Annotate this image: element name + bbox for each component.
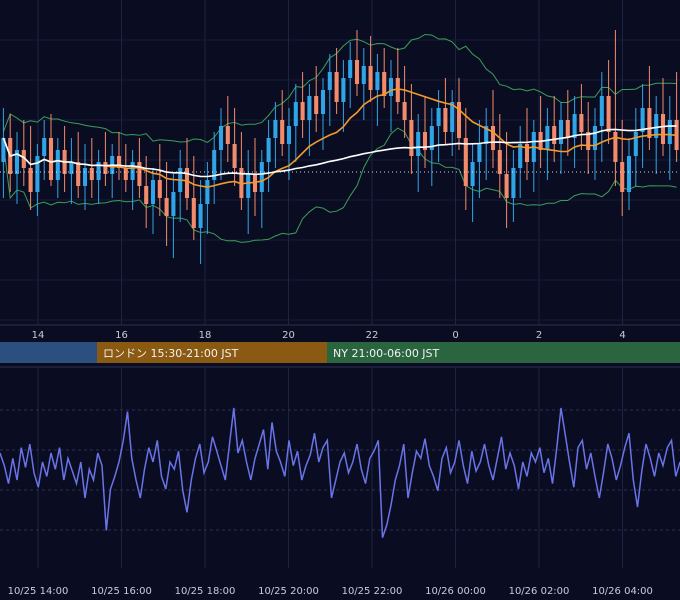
candle-body (259, 162, 264, 192)
candle-body (171, 192, 176, 216)
candle-body (599, 96, 604, 126)
price-x-tick-label: 14 (32, 330, 45, 341)
candle-body (552, 126, 557, 144)
candle-body (565, 120, 570, 138)
candle-body (144, 186, 149, 204)
candle-body (334, 72, 339, 102)
price-x-tick-label: 18 (199, 330, 212, 341)
candle-body (470, 162, 475, 186)
candle-body (157, 180, 162, 198)
candle-body (456, 102, 462, 138)
candle-body (286, 126, 292, 144)
candle-body (327, 72, 332, 90)
candle-body (76, 162, 81, 186)
candle-body (558, 120, 564, 144)
price-x-tick-label: 20 (282, 330, 295, 341)
session-label: NY 21:00-06:00 JST (333, 347, 440, 360)
time-x-tick-label: 10/26 00:00 (425, 586, 486, 597)
candle-body (647, 108, 652, 138)
price-x-tick-label: 0 (452, 330, 458, 341)
candle-body (626, 156, 632, 192)
candle-body (409, 120, 414, 156)
candle-body (82, 168, 88, 186)
candle-body (307, 96, 312, 120)
candle-body (266, 138, 271, 162)
candle-body (463, 138, 468, 186)
candle-body (402, 102, 407, 120)
candle-body (130, 162, 135, 180)
session-band (0, 342, 97, 363)
candle-body (660, 114, 666, 144)
candle-body (42, 138, 47, 156)
candle-body (232, 144, 237, 168)
candle-body (348, 60, 353, 78)
candle-body (368, 66, 373, 90)
candle-body (633, 132, 638, 156)
candle-body (354, 60, 360, 84)
candle-body (273, 120, 278, 138)
candle-body (246, 174, 251, 198)
candle-body (572, 114, 577, 138)
candle-body (518, 144, 523, 168)
candle-body (620, 162, 625, 192)
candle-body (436, 108, 441, 126)
candle-body (477, 144, 482, 162)
candle-body (497, 150, 502, 174)
candle-body (103, 162, 108, 174)
candle-body (198, 204, 203, 228)
candle-body (225, 126, 230, 144)
time-x-tick-label: 10/25 22:00 (342, 586, 403, 597)
session-label: ロンドン 15:30-21:00 JST (103, 347, 239, 360)
time-x-tick-label: 10/25 20:00 (258, 586, 319, 597)
candle-body (524, 144, 530, 162)
candle-body (511, 168, 516, 198)
candle-body (490, 126, 496, 150)
candle-body (150, 180, 156, 204)
candle-body (55, 150, 60, 180)
candle-body (137, 162, 142, 186)
candle-body (579, 114, 584, 132)
candle-body (218, 126, 224, 150)
candle-body (314, 96, 319, 114)
candle-body (375, 72, 380, 90)
candle-body (48, 138, 54, 180)
price-x-tick-label: 2 (536, 330, 542, 341)
chart-background (0, 0, 680, 600)
candle-body (416, 132, 421, 156)
candle-body (443, 108, 448, 132)
candle-body (320, 90, 326, 114)
candle-body (89, 168, 94, 180)
price-chart: 14 16 18 20 22 0 2 4 ロンドン 15:30-21:00 JST NY 21:… (0, 0, 680, 600)
candle-body (606, 96, 611, 132)
candle-body (123, 168, 128, 180)
candle-body (388, 78, 394, 96)
time-x-tick-label: 10/25 14:00 (8, 586, 69, 597)
price-x-tick-label: 22 (366, 330, 379, 341)
time-x-tick-label: 10/25 16:00 (91, 586, 152, 597)
candle-body (191, 198, 196, 228)
time-x-tick-label: 10/26 02:00 (509, 586, 570, 597)
candle-body (382, 72, 387, 96)
candle-body (280, 120, 285, 144)
candle-body (667, 120, 672, 144)
candle-body (300, 102, 305, 120)
candle-body (504, 174, 509, 198)
candle-body (545, 126, 550, 150)
price-x-tick-label: 4 (619, 330, 625, 341)
candle-body (164, 198, 169, 216)
candle-body (361, 66, 366, 84)
time-x-tick-label: 10/26 04:00 (592, 586, 653, 597)
candle-body (592, 126, 598, 150)
candle-body (341, 78, 346, 102)
time-x-tick-label: 10/25 18:00 (175, 586, 236, 597)
candle-body (293, 102, 298, 126)
price-x-tick-label: 16 (115, 330, 128, 341)
candle-body (205, 180, 210, 204)
session-bar: ロンドン 15:30-21:00 JST NY 21:00-06:00 JST (0, 342, 680, 363)
